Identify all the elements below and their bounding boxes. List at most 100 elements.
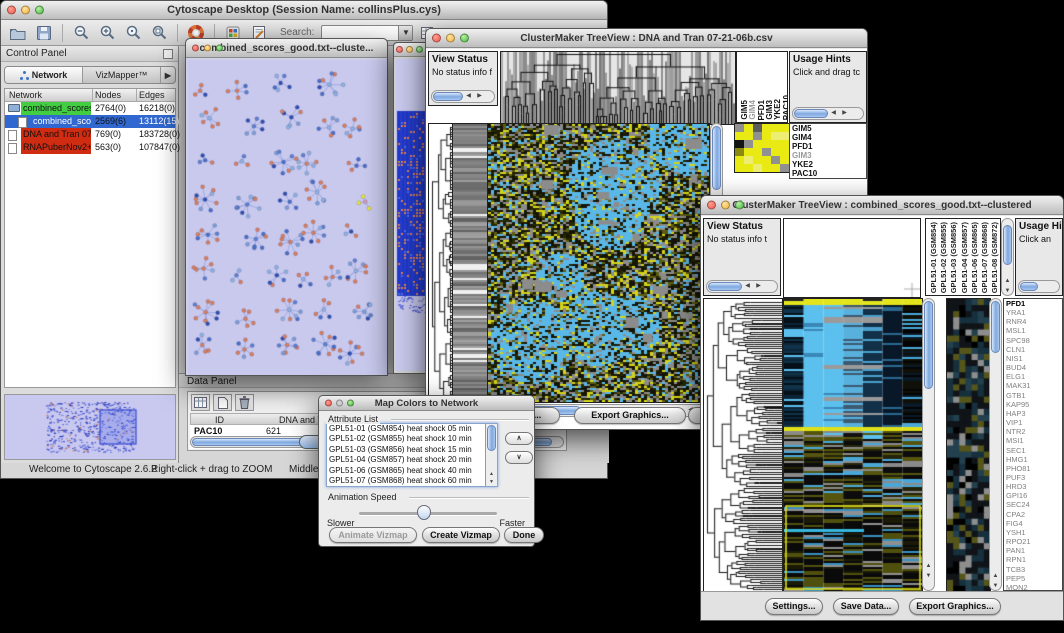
gene-label[interactable]: GPI16 [1004,491,1062,500]
tv2-zoom-heatmap[interactable] [946,298,991,593]
network-view-titlebar[interactable]: combined_scores_good.txt--cluste... [186,39,387,58]
gene-label[interactable]: PAN1 [1004,546,1062,555]
export-graphics-button[interactable]: Export Graphics... [574,407,686,424]
scroll-up-button[interactable]: ▲ [923,563,934,569]
scroll-up-button[interactable]: ▲ [486,471,497,477]
scrollbar-thumb[interactable] [1003,225,1012,265]
view-status-hscrollbar[interactable]: ◀ ▶ [706,280,778,293]
gene-label[interactable]: CPA2 [1004,510,1062,519]
gene-label[interactable]: MON2 [1004,583,1062,591]
attribute-list-item[interactable]: GPL51-04 (GSM857) heat shock 20 min [327,455,497,465]
gene-label[interactable]: GTB1 [1004,391,1062,400]
attribute-list-vscrollbar[interactable]: ▲ ▼ [485,424,497,486]
attribute-list[interactable]: GPL51-01 (GSM854) heat shock 05 minGPL51… [326,423,498,487]
row-label[interactable]: GIM5 [790,124,866,133]
network-tree-row[interactable]: DNA and Tran 07769(0)183728(0) [5,128,175,141]
chevron-down-icon[interactable]: ▼ [398,26,412,40]
float-panel-icon[interactable] [163,49,173,59]
tv1-mini-heatmap[interactable] [734,123,790,173]
scroll-left-button[interactable]: ◀ [463,91,474,102]
gene-label[interactable]: HMG1 [1004,455,1062,464]
save-data-button[interactable]: Save Data... [833,598,899,615]
zoom-out-icon[interactable] [70,23,92,43]
main-titlebar[interactable]: Cytoscape Desktop (Session Name: collins… [1,1,607,20]
settings-button[interactable]: Settings... [765,598,823,615]
scroll-left-button[interactable]: ◀ [828,108,839,119]
tv1-heatmap[interactable] [487,123,710,403]
attribute-list-item[interactable]: GPL51-07 (GSM868) heat shock 60 min [327,476,497,486]
row-label[interactable]: YKE2 [790,160,866,169]
gene-label[interactable]: YSH1 [1004,528,1062,537]
network-tree-row[interactable]: combined_sco2569(6)13112(15) [5,115,175,128]
minimize-button[interactable] [721,201,730,210]
gene-label[interactable]: YRA1 [1004,308,1062,317]
gene-label[interactable]: BUD4 [1004,363,1062,372]
tv2-global-heatmap[interactable] [783,298,923,593]
close-button[interactable] [192,45,199,52]
scrollbar-thumb[interactable] [433,92,463,101]
scrollbar-thumb[interactable] [712,126,721,190]
gene-label[interactable]: NIS1 [1004,354,1062,363]
tab-vizmapper[interactable]: VizMapper™ [83,67,161,83]
gene-label[interactable]: HAP3 [1004,409,1062,418]
scrollbar-thumb[interactable] [487,425,496,451]
gene-label[interactable]: NTR2 [1004,427,1062,436]
view-status-hscrollbar[interactable]: ◀ ▶ [431,90,495,103]
tv2-column-vscrollbar[interactable]: ▲ ▼ [1001,218,1014,296]
gene-label[interactable]: SEC1 [1004,446,1062,455]
gene-label[interactable]: MSL1 [1004,326,1062,335]
tab-network[interactable]: Network [5,67,83,83]
gene-label[interactable]: VIP1 [1004,418,1062,427]
tv1-row-dendrogram[interactable] [428,123,454,403]
tv2-gene-list[interactable]: PFD1YRA1RNR4MSL1SPC98CLN1NIS1BUD4ELG1MAK… [1003,298,1063,591]
tab-overflow-button[interactable]: ▶ [161,67,175,83]
usage-hints-hscrollbar[interactable] [1018,280,1060,293]
zoom-button[interactable] [416,46,423,53]
gene-label[interactable]: SPC98 [1004,336,1062,345]
minimize-button[interactable] [446,34,455,43]
minimize-button[interactable] [406,46,413,53]
new-attribute-icon[interactable] [213,394,232,411]
gene-label[interactable]: RPN1 [1004,555,1062,564]
export-graphics-button[interactable]: Export Graphics... [909,598,1001,615]
gene-label[interactable]: PHO81 [1004,464,1062,473]
gene-label[interactable]: PEP5 [1004,574,1062,583]
move-attribute-up-button[interactable]: ∧ [505,432,533,445]
tv1-row-label-strip[interactable] [452,123,489,403]
row-label[interactable]: GIM3 [790,151,866,160]
attribute-select-icon[interactable] [191,394,210,411]
row-label[interactable]: PFD1 [790,142,866,151]
network-tree-row[interactable]: RNAPuberNov2+563(0)107847(0) [5,141,175,154]
zoom-fit-icon[interactable] [148,23,170,43]
tv2-row-dendrogram[interactable] [703,298,783,593]
scroll-left-button[interactable]: ◀ [742,281,753,292]
scroll-down-button[interactable]: ▼ [990,583,1001,589]
gene-label[interactable]: RPO21 [1004,537,1062,546]
attribute-list-item[interactable]: GPL51-02 (GSM855) heat shock 10 min [327,434,497,444]
slider-thumb[interactable] [417,505,431,520]
zoom-button[interactable] [460,34,469,43]
animate-vizmap-button[interactable]: Animate Vizmap [329,527,417,543]
zoom-selected-icon[interactable] [122,23,144,43]
scroll-up-button[interactable]: ▲ [1002,278,1013,284]
usage-hints-hscrollbar[interactable]: ◀ ▶ [792,107,864,120]
gene-label[interactable]: TCB3 [1004,565,1062,574]
tv2-column-dendrogram[interactable] [783,218,921,298]
tv1-column-dendrogram[interactable] [500,51,736,125]
scroll-down-button[interactable]: ▼ [923,573,934,579]
scroll-down-button[interactable]: ▼ [486,479,497,485]
minimize-button[interactable] [21,6,30,15]
network-tree-row[interactable]: combined_scores2764(0)16218(0) [5,102,175,115]
scroll-right-button[interactable]: ▶ [839,108,850,119]
close-button[interactable] [707,201,716,210]
close-button[interactable] [432,34,441,43]
minimize-button[interactable] [336,400,343,407]
scrollbar-thumb[interactable] [991,301,1000,353]
gene-label[interactable]: PFD1 [1004,299,1062,308]
scroll-right-button[interactable]: ▶ [474,91,485,102]
open-session-icon[interactable] [7,23,29,43]
treeview1-titlebar[interactable]: ClusterMaker TreeView : DNA and Tran 07-… [426,29,867,48]
scrollbar-thumb[interactable] [794,109,828,118]
scrollbar-thumb[interactable] [708,282,742,291]
row-label[interactable]: PAC10 [790,169,866,178]
